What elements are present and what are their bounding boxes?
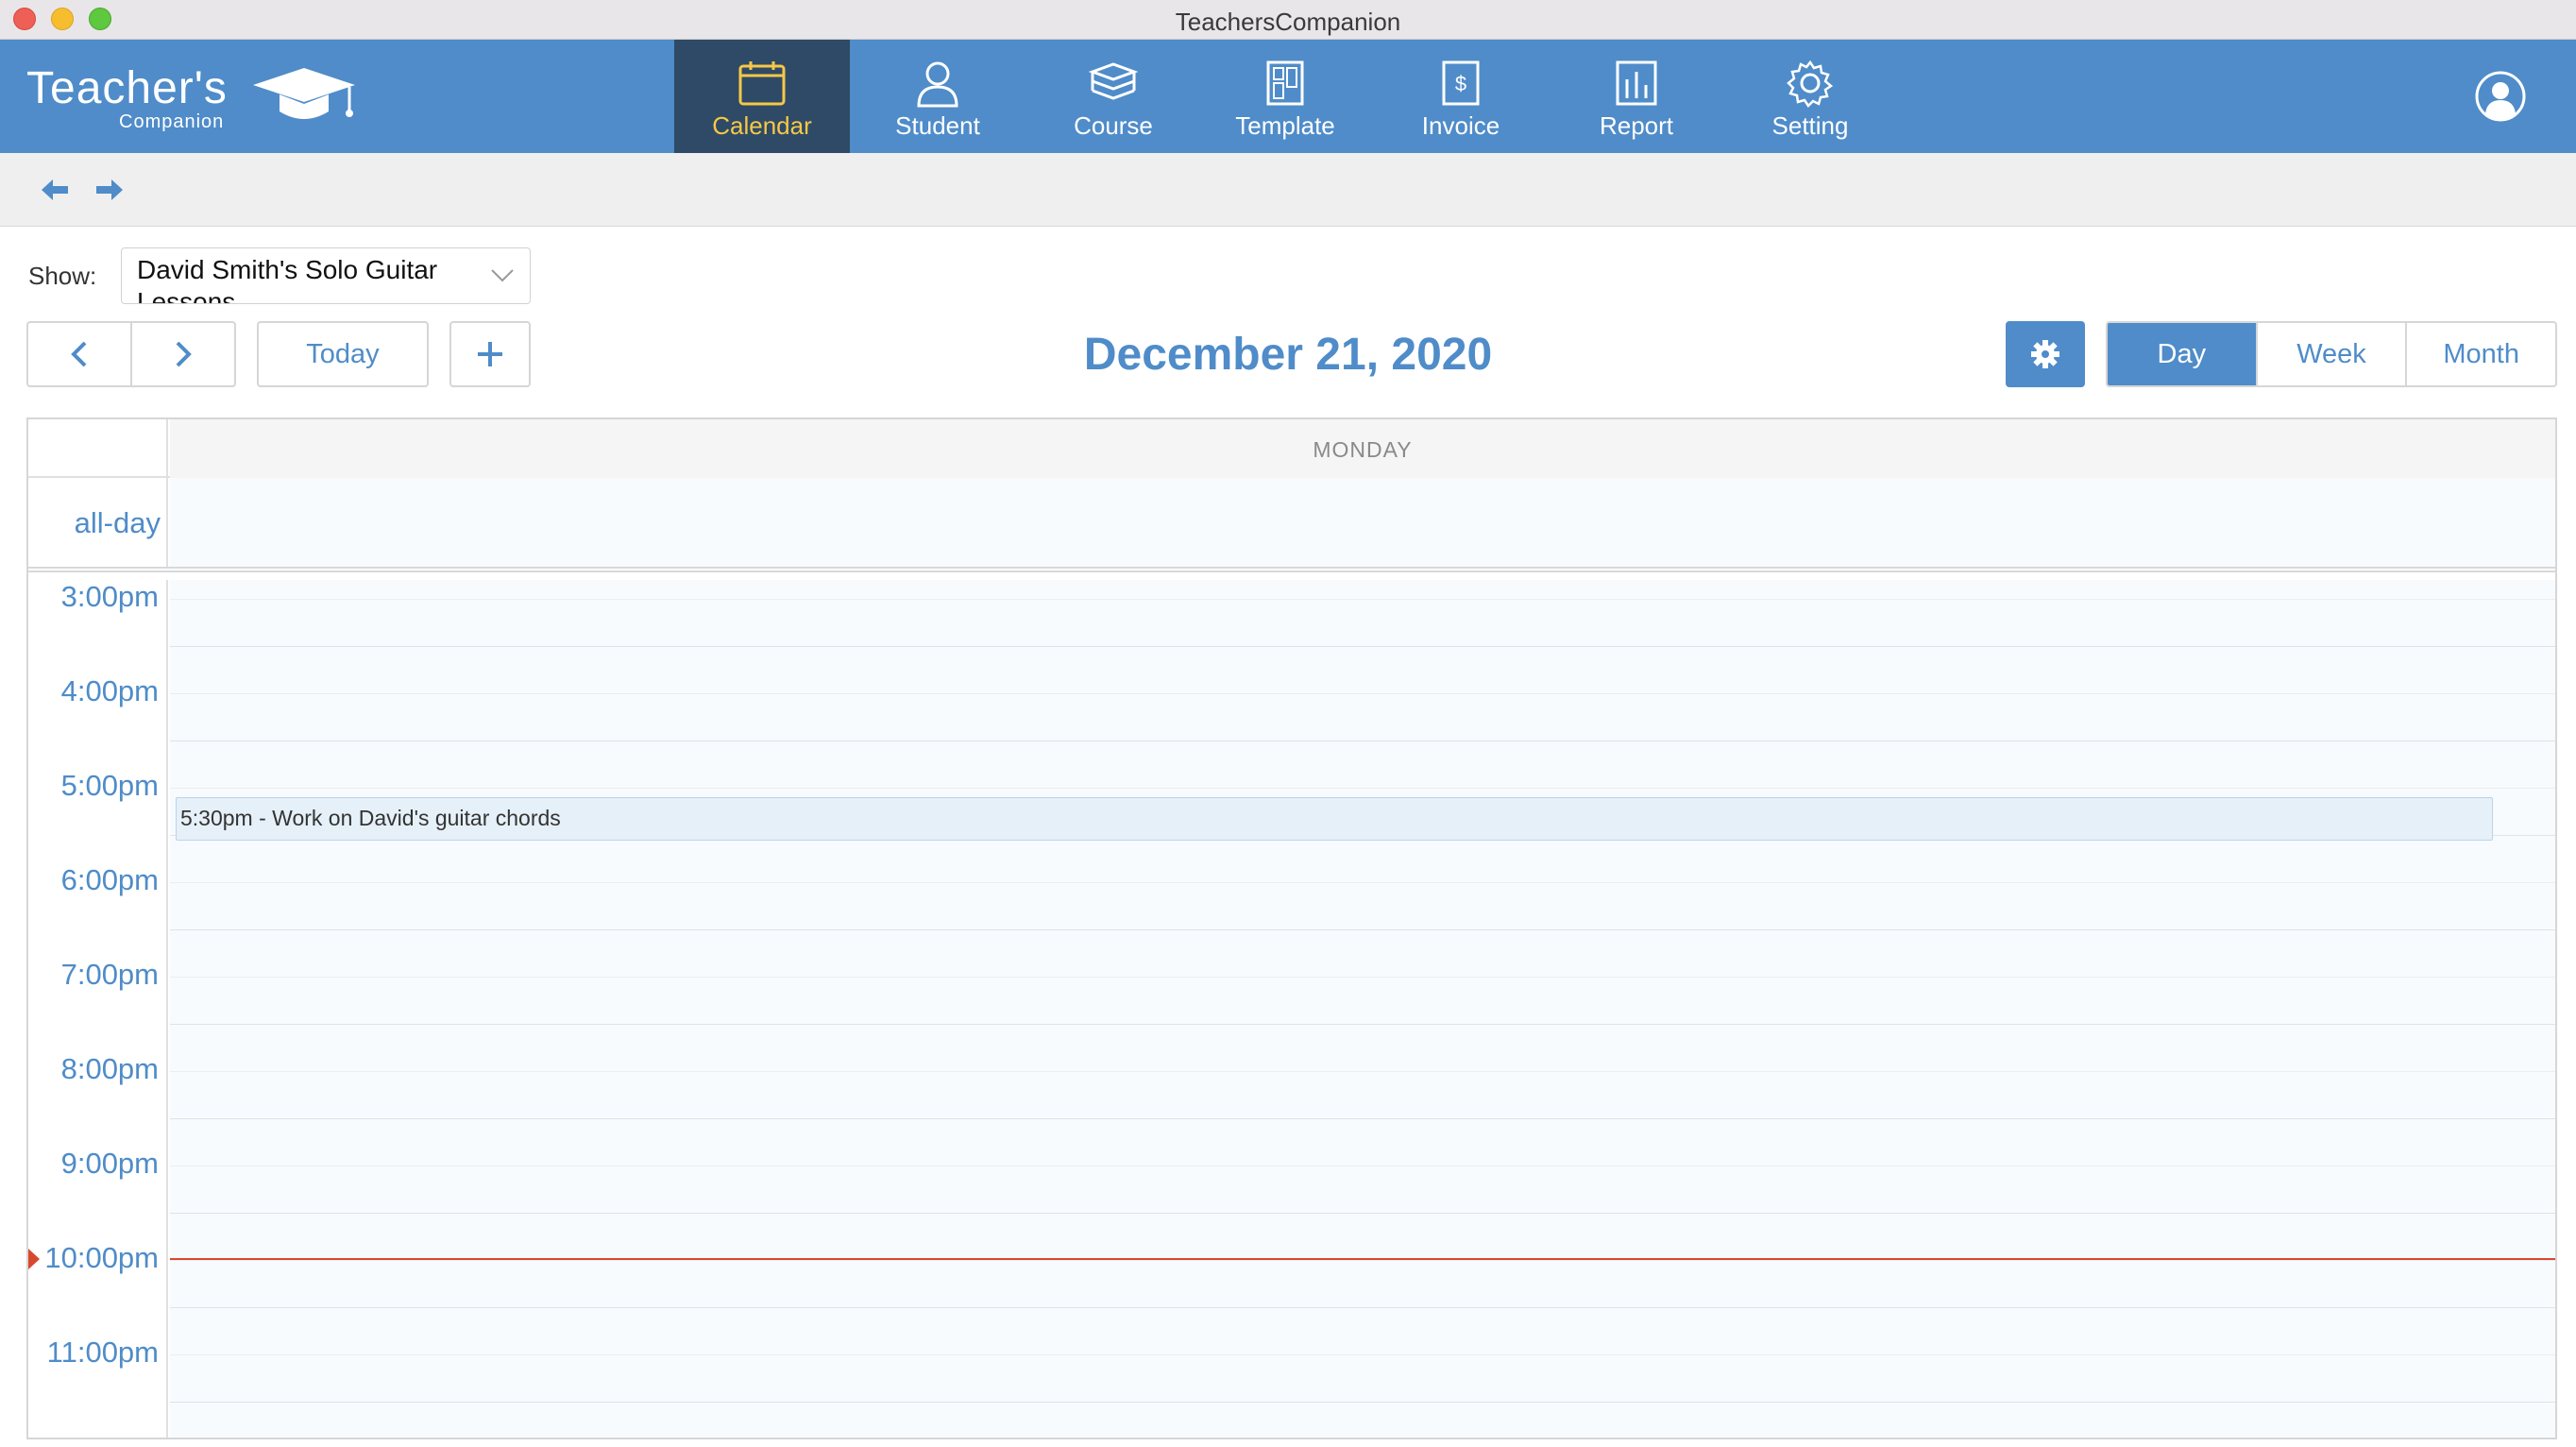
time-gutter: 3:00pm 4:00pm 5:00pm 6:00pm 7:00pm 8:00p… <box>28 580 168 1438</box>
invoice-icon: $ <box>1442 60 1480 106</box>
arrow-right-icon[interactable] <box>93 174 127 206</box>
hour-slot[interactable] <box>170 1307 2555 1402</box>
nav-student-label: Student <box>895 111 980 140</box>
window-title: TeachersCompanion <box>1175 8 1401 36</box>
nav-invoice[interactable]: $ Invoice <box>1373 40 1549 153</box>
hour-label: 5:00pm <box>60 769 159 802</box>
app-logo: Teacher's Companion <box>26 60 355 136</box>
day-time-column[interactable]: 5:30pm - Work on David's guitar chords <box>170 580 2555 1438</box>
nav-template-label: Template <box>1235 111 1335 140</box>
hour-label: 11:00pm <box>46 1336 159 1369</box>
add-event-button[interactable] <box>449 321 531 387</box>
graduation-cap-icon <box>253 68 355 119</box>
hour-label: 4:00pm <box>60 674 159 707</box>
half-hour-line <box>170 788 2555 789</box>
calendar-event[interactable]: 5:30pm - Work on David's guitar chords <box>176 797 2493 841</box>
current-time-line <box>170 1258 2555 1260</box>
hour-slot[interactable] <box>170 1024 2555 1118</box>
view-month-button[interactable]: Month <box>2405 323 2555 385</box>
user-circle-icon[interactable] <box>2474 70 2527 123</box>
hour-slot[interactable] <box>170 835 2555 929</box>
hour-line <box>170 1118 2555 1119</box>
window-titlebar: TeachersCompanion <box>0 0 2576 40</box>
hour-slot[interactable] <box>170 552 2555 646</box>
view-day-button[interactable]: Day <box>2108 323 2256 385</box>
nav-course-label: Course <box>1074 111 1153 140</box>
hour-line <box>170 646 2555 647</box>
all-day-label: all-day <box>28 478 168 567</box>
hour-slot[interactable] <box>170 929 2555 1024</box>
history-toolbar <box>0 153 2576 227</box>
nav-setting-label: Setting <box>1771 111 1849 140</box>
arrow-left-icon[interactable] <box>38 174 72 206</box>
nav-student[interactable]: Student <box>850 40 1025 153</box>
hour-label: 10:00pm <box>44 1241 159 1274</box>
today-button[interactable]: Today <box>257 321 429 387</box>
half-hour-line <box>170 599 2555 600</box>
half-hour-line <box>170 882 2555 883</box>
nav-report[interactable]: Report <box>1549 40 1724 153</box>
hour-slot[interactable] <box>170 646 2555 741</box>
hour-label: 8:00pm <box>60 1052 159 1085</box>
day-column-header: MONDAY <box>170 419 2555 478</box>
half-hour-line <box>170 693 2555 694</box>
half-hour-line <box>170 1071 2555 1072</box>
books-icon <box>1088 62 1139 100</box>
view-week-button[interactable]: Week <box>2255 323 2406 385</box>
hour-line <box>170 1024 2555 1025</box>
view-mode-switcher: Day Week Month <box>2106 321 2557 387</box>
svg-text:$: $ <box>1455 72 1466 95</box>
chevron-left-icon <box>71 341 87 367</box>
show-dropdown-value: David Smith's Solo Guitar Lessons <box>137 255 438 304</box>
logo-wordmark: Teacher's <box>26 63 228 113</box>
template-icon <box>1266 60 1304 106</box>
bar-chart-icon <box>1616 60 1657 106</box>
chevron-right-icon <box>176 341 192 367</box>
nav-calendar-label: Calendar <box>712 111 812 140</box>
day-calendar-grid: MONDAY all-day 3:00pm 4:00pm 5:00pm 6:00… <box>26 417 2557 1439</box>
plus-icon <box>478 342 502 366</box>
calendar-header: MONDAY <box>28 419 2555 478</box>
hour-label: 6:00pm <box>60 863 159 896</box>
logo-subtitle: Companion <box>119 111 225 132</box>
hour-line <box>170 929 2555 930</box>
hour-label: 3:00pm <box>60 580 159 613</box>
hour-line <box>170 1402 2555 1403</box>
gear-icon <box>1787 60 1834 108</box>
half-hour-line <box>170 1260 2555 1261</box>
half-hour-line <box>170 1354 2555 1355</box>
chevron-down-icon <box>491 269 514 282</box>
header-gutter <box>28 419 168 478</box>
gear-icon <box>2031 340 2059 368</box>
hour-label: 7:00pm <box>60 958 159 991</box>
nav-calendar[interactable]: Calendar <box>674 40 850 153</box>
show-dropdown[interactable]: David Smith's Solo Guitar Lessons <box>121 247 531 304</box>
previous-day-button[interactable] <box>26 321 132 387</box>
hour-line <box>170 1307 2555 1308</box>
nav-setting[interactable]: Setting <box>1722 40 1898 153</box>
hour-slot[interactable] <box>170 1402 2555 1438</box>
calendar-settings-button[interactable] <box>2006 321 2085 387</box>
calendar-icon <box>738 61 786 106</box>
current-time-marker <box>28 1249 40 1269</box>
current-date-title: December 21, 2020 <box>1083 330 1493 380</box>
nav-template[interactable]: Template <box>1197 40 1373 153</box>
hour-label: 9:00pm <box>60 1147 159 1180</box>
top-navigation-bar: Teacher's Companion Calendar Student Cou… <box>0 40 2576 153</box>
half-hour-line <box>170 977 2555 978</box>
next-day-button[interactable] <box>130 321 236 387</box>
person-icon <box>917 61 958 108</box>
time-grid: 3:00pm 4:00pm 5:00pm 6:00pm 7:00pm 8:00p… <box>28 580 2555 1438</box>
hour-slot[interactable] <box>170 1213 2555 1307</box>
hour-slot[interactable] <box>170 1118 2555 1213</box>
hour-line <box>170 1213 2555 1214</box>
nav-invoice-label: Invoice <box>1421 111 1500 140</box>
nav-report-label: Report <box>1599 111 1674 140</box>
nav-course[interactable]: Course <box>1025 40 1201 153</box>
show-label: Show: <box>28 262 97 290</box>
